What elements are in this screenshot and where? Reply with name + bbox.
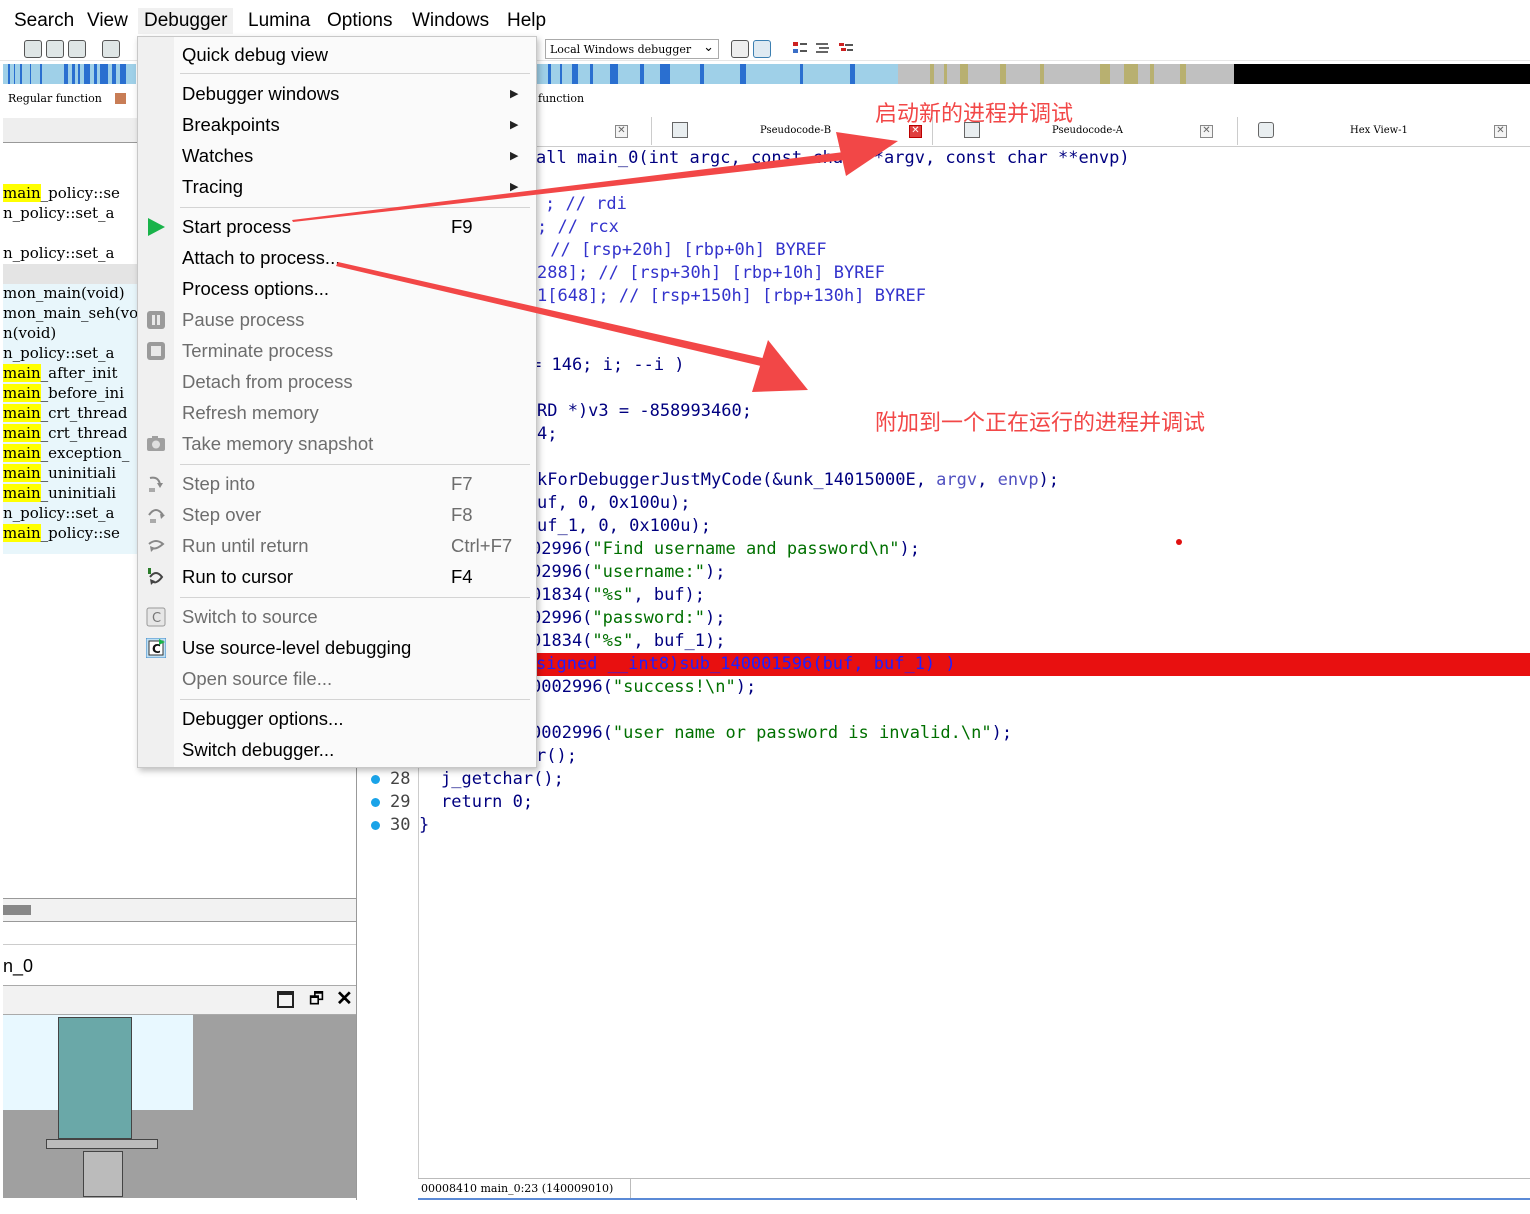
annotation-start-new-process: 启动新的进程并调试 [875, 102, 1074, 127]
annotation-arrows [292, 132, 898, 392]
annotation-attach-running-process: 附加到一个正在运行的进程并调试 [875, 411, 1206, 436]
status-divider [630, 1179, 631, 1199]
arrow-attach-process [336, 262, 808, 392]
status-address: 00008410 main_0:23 (140009010) [421, 1182, 614, 1195]
arrow-start-process [292, 132, 898, 222]
status-underline [418, 1198, 1530, 1200]
